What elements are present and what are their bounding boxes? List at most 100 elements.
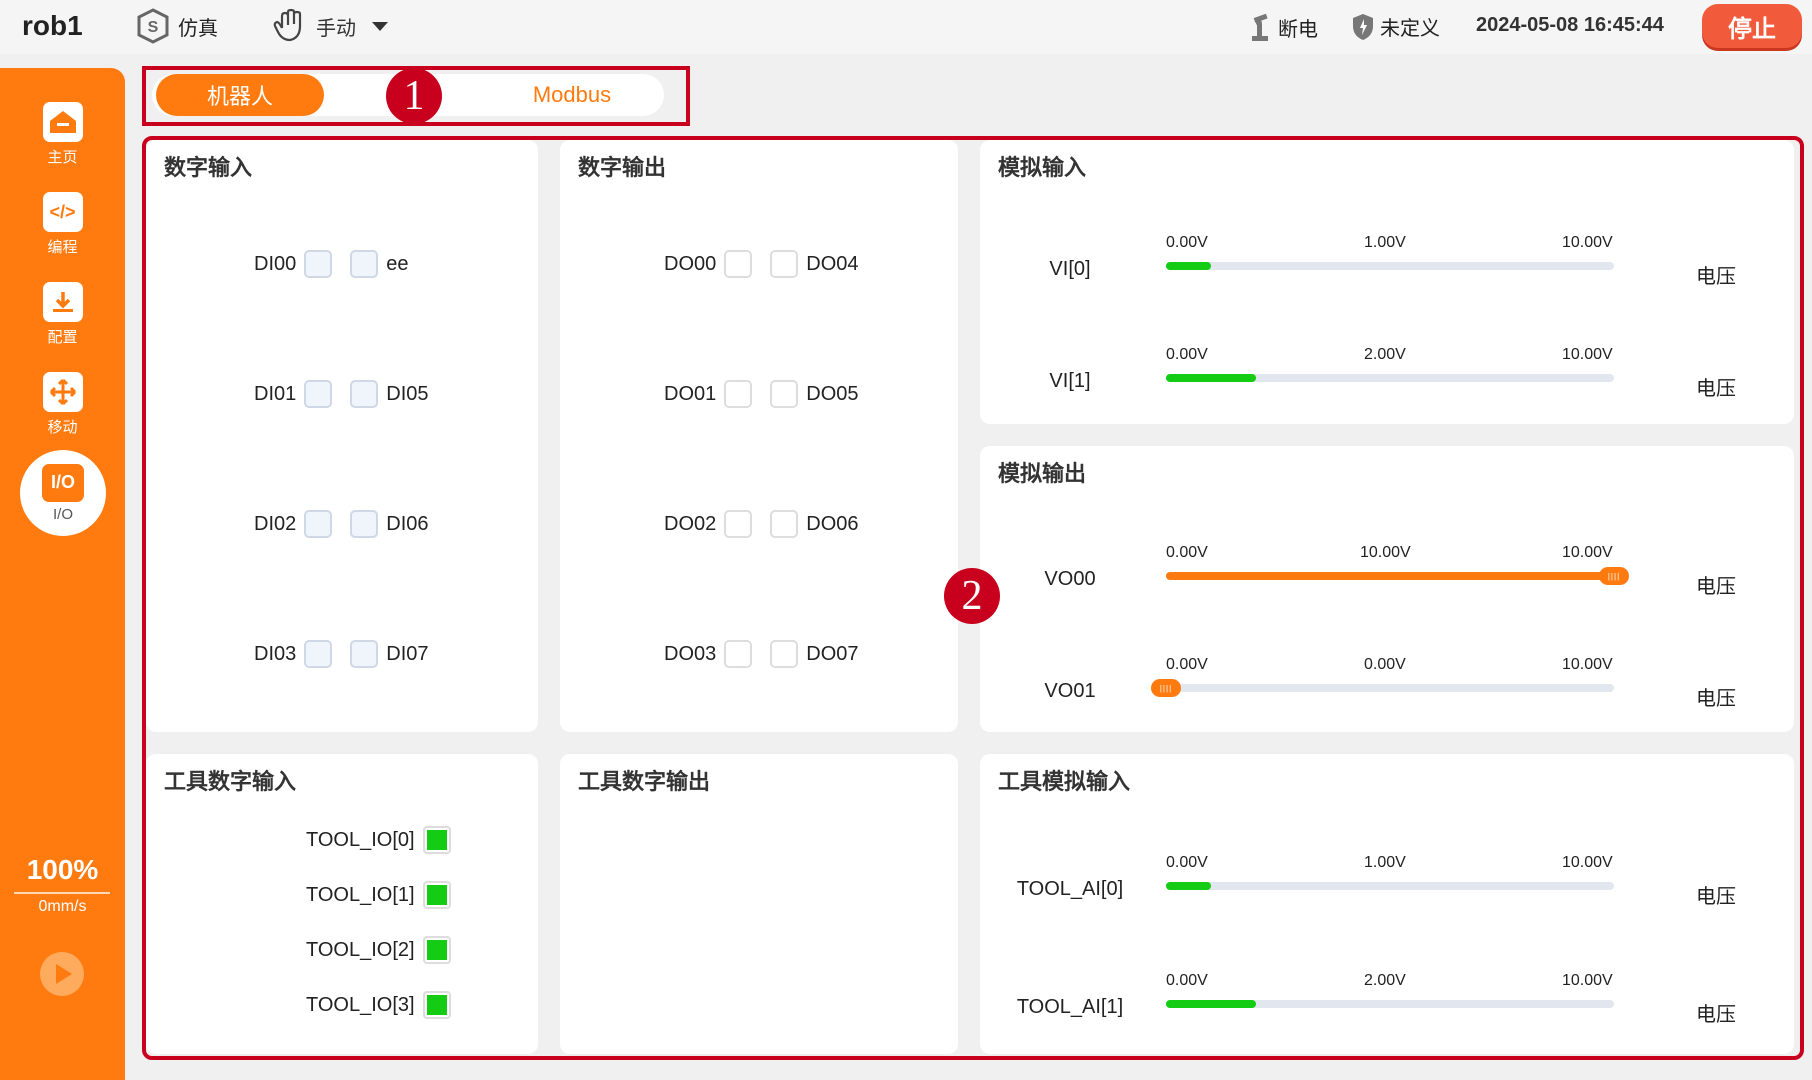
di-checkbox[interactable]	[304, 640, 333, 668]
tool-analog-input-panel: 工具模拟输入 TOOL_AI[0] 0.00V 1.00V 10.00V 电压 …	[980, 754, 1794, 1054]
analog-max: 10.00V	[1562, 544, 1613, 561]
annotation-marker-1: 1	[386, 68, 442, 124]
io-pair: DI01 DI05	[254, 380, 429, 408]
analog-value: 1.00V	[1364, 854, 1406, 871]
play-button[interactable]	[40, 952, 84, 996]
tool-io-label: TOOL_IO[1]	[306, 883, 415, 906]
simulation-mode-toggle[interactable]: S 仿真	[136, 8, 218, 44]
analog-bar	[1166, 374, 1614, 382]
analog-fill	[1166, 262, 1211, 270]
analog-max: 10.00V	[1562, 656, 1613, 673]
chevron-down-icon	[372, 21, 388, 31]
datetime-display: 2024-05-08 16:45:44	[1476, 14, 1664, 36]
download-icon	[42, 282, 83, 322]
stop-button[interactable]: 停止	[1702, 4, 1802, 48]
digital-output-panel: 数字输出 DO00 DO04 DO01 DO05 DO02 DO06 DO03 …	[560, 140, 958, 732]
sidebar-item-home[interactable]: 主页	[0, 102, 125, 167]
analog-min: 0.00V	[1166, 544, 1208, 561]
analog-output-row: VO00 0.00V 10.00V 10.00V |||| 电压	[980, 544, 1794, 624]
do-checkbox[interactable]	[770, 250, 799, 278]
do-label: DO05	[806, 382, 859, 405]
analog-min: 0.00V	[1166, 972, 1208, 989]
di-label: DI00	[254, 252, 297, 275]
do-checkbox[interactable]	[724, 640, 753, 668]
tab-robot[interactable]: 机器人	[156, 74, 324, 116]
analog-max: 10.00V	[1562, 854, 1613, 871]
di-checkbox[interactable]	[350, 640, 379, 668]
io-pair: DO01 DO05	[664, 380, 859, 408]
tool-io-label: TOOL_IO[3]	[306, 993, 415, 1016]
hand-icon	[273, 8, 302, 42]
sidebar: 主页 </> 编程 配置 移动 I/O I/O 100% 0mm/s ? ? ?…	[0, 68, 125, 1080]
sidebar-item-label: 主页	[47, 149, 78, 166]
di-checkbox[interactable]	[304, 510, 333, 538]
analog-fill	[1166, 572, 1614, 580]
analog-slider[interactable]: ||||	[1151, 679, 1614, 697]
io-pair: DO02 DO06	[664, 510, 859, 538]
panel-title: 数字输入	[164, 155, 253, 180]
di-checkbox[interactable]	[350, 380, 379, 408]
analog-bar	[1166, 1000, 1614, 1008]
analog-fill	[1166, 374, 1256, 382]
analog-value: 0.00V	[1364, 656, 1406, 673]
analog-name: VI[1]	[1049, 370, 1091, 392]
do-checkbox[interactable]	[724, 250, 753, 278]
di-checkbox[interactable]	[350, 250, 379, 278]
panel-title: 模拟输出	[998, 461, 1087, 486]
power-label: 断电	[1278, 18, 1318, 41]
analog-name: VO01	[1044, 680, 1096, 702]
code-icon: </>	[42, 192, 83, 232]
do-checkbox[interactable]	[770, 510, 799, 538]
di-checkbox[interactable]	[304, 250, 333, 278]
digital-input-panel: 数字输入 DI00 ee DI01 DI05 DI02 DI06 DI03 DI…	[146, 140, 538, 732]
analog-bar	[1166, 262, 1614, 270]
analog-unit: 电压	[1696, 378, 1736, 400]
sidebar-item-program[interactable]: </> 编程	[0, 192, 125, 257]
di-label: DI03	[254, 642, 297, 665]
sidebar-item-move[interactable]: 移动	[0, 372, 125, 437]
analog-value: 10.00V	[1360, 544, 1411, 561]
annotation-marker-2: 2	[944, 568, 1000, 624]
io-pair: DO03 DO07	[664, 640, 859, 668]
analog-name: VI[0]	[1049, 258, 1091, 280]
robot-name: rob1	[22, 10, 83, 41]
manual-label: 手动	[316, 17, 356, 40]
analog-unit: 电压	[1696, 886, 1736, 908]
io-pair: DI02 DI06	[254, 510, 429, 538]
sidebar-item-config[interactable]: 配置	[0, 282, 125, 347]
do-checkbox[interactable]	[724, 510, 753, 538]
do-checkbox[interactable]	[770, 640, 799, 668]
analog-value: 1.00V	[1364, 234, 1406, 251]
analog-fill	[1166, 1000, 1256, 1008]
panel-title: 工具模拟输入	[998, 769, 1131, 794]
analog-slider[interactable]: ||||	[1166, 567, 1629, 585]
do-label: DO02	[664, 512, 717, 535]
io-pair: DI03 DI07	[254, 640, 429, 668]
di-checkbox[interactable]	[304, 380, 333, 408]
do-checkbox[interactable]	[770, 380, 799, 408]
do-label: DO07	[806, 642, 859, 665]
sidebar-item-io[interactable]: I/O I/O	[20, 450, 106, 536]
slider-handle[interactable]: ||||	[1151, 679, 1181, 697]
tab-modbus[interactable]: Modbus	[502, 74, 642, 116]
do-checkbox[interactable]	[724, 380, 753, 408]
manual-mode-dropdown[interactable]: 手动	[272, 8, 388, 44]
analog-input-row: VI[1] 0.00V 2.00V 10.00V 电压	[980, 346, 1794, 426]
tool-digital-input-panel: 工具数字输入 TOOL_IO[0] TOOL_IO[1] TOOL_IO[2] …	[146, 754, 538, 1054]
tool-io-indicator	[422, 881, 451, 909]
tool-io-label: TOOL_IO[0]	[306, 828, 415, 851]
analog-value: 2.00V	[1364, 972, 1406, 989]
panel-title: 模拟输入	[998, 155, 1087, 180]
analog-min: 0.00V	[1166, 234, 1208, 251]
slider-handle[interactable]: ||||	[1599, 567, 1629, 585]
io-pair: DI00 ee	[254, 250, 409, 278]
io-icon: I/O	[42, 463, 84, 502]
io-pair: DO00 DO04	[664, 250, 859, 278]
home-icon	[42, 102, 83, 142]
analog-min: 0.00V	[1166, 656, 1208, 673]
sidebar-item-label: 移动	[47, 419, 78, 436]
shield-icon	[1353, 13, 1373, 40]
di-checkbox[interactable]	[350, 510, 379, 538]
analog-max: 10.00V	[1562, 346, 1613, 363]
analog-name: VO00	[1044, 568, 1096, 590]
